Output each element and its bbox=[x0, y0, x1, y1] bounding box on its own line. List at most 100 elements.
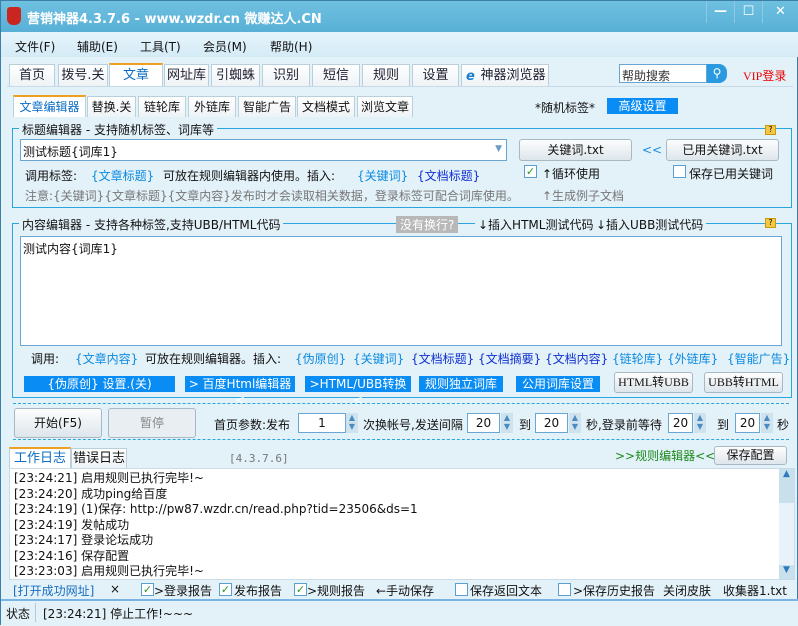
close-skin-link[interactable]: 关闭皮肤 bbox=[663, 582, 711, 599]
subtab-chain[interactable]: 链轮库 bbox=[138, 96, 186, 117]
generate-example-link[interactable]: ↑生成例子文档 bbox=[542, 187, 624, 204]
chevron-down-icon[interactable]: ▼ bbox=[495, 144, 502, 154]
login-wait-from-spinner[interactable]: ▲ ▼ bbox=[694, 413, 706, 433]
call-tag-article-title[interactable]: {文章标题} bbox=[91, 167, 154, 184]
insert-chain-lib[interactable]: {链轮库} bbox=[612, 350, 663, 367]
tab-error-log[interactable]: 错误日志 bbox=[71, 448, 127, 468]
rule-editor-link[interactable]: >>规则编辑器<< bbox=[615, 447, 715, 464]
login-wait-to-input[interactable]: 20 bbox=[735, 413, 760, 433]
content-call-desc: 可放在规则编辑器。插入: bbox=[145, 352, 282, 366]
search-icon[interactable]: ⚲ bbox=[707, 64, 727, 83]
random-tag-link[interactable]: *随机标签* bbox=[535, 99, 595, 116]
interval-from-spinner[interactable]: ▲ ▼ bbox=[501, 413, 513, 433]
tab-dial[interactable]: 拨号.关 bbox=[58, 64, 108, 86]
insert-keyword[interactable]: {关键词} bbox=[353, 350, 404, 367]
subtab-browse[interactable]: 浏览文章 bbox=[357, 96, 413, 117]
insert-external-lib[interactable]: {外链库} bbox=[667, 350, 718, 367]
loop-use-checkbox[interactable]: ✓ bbox=[524, 165, 537, 178]
publish-count-spinner[interactable]: ▲ ▼ bbox=[346, 413, 358, 433]
save-used-checkbox[interactable] bbox=[673, 165, 686, 178]
search-input[interactable]: 帮助搜索 bbox=[619, 64, 707, 83]
tab-url-lib[interactable]: 网址库 bbox=[164, 64, 209, 86]
insert-pseudo-original[interactable]: {伪原创} bbox=[295, 350, 346, 367]
to-label: 到 bbox=[519, 418, 532, 432]
open-success-url-link[interactable]: [打开成功网址] bbox=[13, 582, 94, 599]
close-button[interactable]: ✕ bbox=[762, 1, 798, 23]
baidu-html-editor-button[interactable]: > 百度Html编辑器< bbox=[185, 376, 295, 407]
maximize-button[interactable]: ☐ bbox=[734, 1, 762, 23]
content-textarea[interactable]: 测试内容{词库1} bbox=[20, 236, 782, 346]
tab-sms[interactable]: 短信 bbox=[312, 64, 360, 86]
title-input[interactable]: 测试标题{词库1} ▼ bbox=[20, 139, 507, 161]
login-report-checkbox[interactable]: ✓ bbox=[141, 583, 154, 596]
start-button[interactable]: 开始(F5) bbox=[14, 408, 102, 438]
insert-html-test-link[interactable]: ↓插入HTML测试代码 bbox=[475, 216, 597, 233]
subtab-external[interactable]: 外链库 bbox=[188, 96, 236, 117]
interval-to-spinner[interactable]: ▲ ▼ bbox=[569, 413, 581, 433]
insert-doc-title[interactable]: {文档标题} bbox=[417, 167, 480, 184]
tab-settings[interactable]: 设置 bbox=[412, 64, 459, 86]
scrollbar[interactable]: ▲ ▼ bbox=[779, 469, 794, 579]
version-label: [4.3.7.6] bbox=[229, 452, 289, 465]
used-keyword-txt-button[interactable]: 已用关键词.txt bbox=[666, 139, 779, 161]
menu-tools[interactable]: 工具(T) bbox=[140, 38, 181, 55]
tab-work-log[interactable]: 工作日志 bbox=[9, 447, 71, 468]
save-return-checkbox[interactable] bbox=[455, 583, 468, 596]
clear-icon[interactable]: × bbox=[110, 582, 120, 596]
ie-icon: e bbox=[466, 69, 475, 84]
publish-report-checkbox[interactable]: ✓ bbox=[219, 583, 232, 596]
pause-button[interactable]: 暂停 bbox=[108, 408, 196, 438]
menu-assist[interactable]: 辅助(E) bbox=[77, 38, 118, 55]
interval-from-input[interactable]: 20 bbox=[467, 413, 500, 433]
insert-keyword[interactable]: {关键词} bbox=[357, 167, 408, 184]
save-config-button[interactable]: 保存配置 bbox=[714, 446, 787, 465]
status-bar: 状态 [23:24:21] 停止工作!~~~ bbox=[1, 599, 798, 626]
login-wait-label: 秒,登录前等待 bbox=[586, 418, 662, 432]
menu-file[interactable]: 文件(F) bbox=[15, 38, 55, 55]
help-icon[interactable]: ? bbox=[765, 125, 776, 135]
html-to-ubb-button[interactable]: HTML转UBB bbox=[614, 372, 693, 393]
tab-rules[interactable]: 规则 bbox=[362, 64, 410, 86]
call-tag-article-content[interactable]: {文章内容} bbox=[75, 350, 138, 367]
public-word-lib-button[interactable]: 公用词库设置 bbox=[516, 376, 600, 392]
login-wait-to-spinner[interactable]: ▲ ▼ bbox=[761, 413, 773, 433]
insert-ubb-test-link[interactable]: ↓插入UBB测试代码 bbox=[593, 216, 707, 233]
tab-recognize[interactable]: 识别 bbox=[262, 64, 310, 86]
login-wait-from-input[interactable]: 20 bbox=[668, 413, 693, 433]
insert-doc-title[interactable]: {文档标题} bbox=[411, 350, 474, 367]
subtab-replace[interactable]: 替换.关 bbox=[87, 96, 136, 117]
scroll-up-icon[interactable]: ▲ bbox=[779, 469, 794, 503]
insert-smart-ad[interactable]: {智能广告} bbox=[727, 350, 790, 367]
subtab-smart-ad[interactable]: 智能广告 bbox=[238, 96, 296, 117]
save-history-label: >保存历史报告 bbox=[573, 584, 656, 598]
tab-browser-label: 神器浏览器 bbox=[480, 68, 546, 83]
tab-home[interactable]: 首页 bbox=[9, 64, 55, 86]
insert-doc-summary[interactable]: {文档摘要} bbox=[478, 350, 541, 367]
scroll-down-icon[interactable]: ▼ bbox=[779, 565, 794, 579]
log-line: [23:24:19] 发帖成功 bbox=[14, 517, 130, 532]
tab-browser[interactable]: e 神器浏览器 bbox=[461, 64, 549, 86]
no-newline-button[interactable]: 没有换行? bbox=[396, 216, 459, 233]
tab-spider[interactable]: 引蜘蛛 bbox=[211, 64, 260, 86]
vip-login-link[interactable]: VIP登录 bbox=[743, 67, 786, 84]
menu-member[interactable]: 会员(M) bbox=[203, 38, 247, 55]
keyword-txt-button[interactable]: 关键词.txt bbox=[519, 139, 632, 161]
insert-doc-content[interactable]: {文档内容} bbox=[545, 350, 608, 367]
manual-save-link[interactable]: ←手动保存 bbox=[376, 582, 434, 599]
subtab-article-editor[interactable]: 文章编辑器 bbox=[13, 95, 86, 117]
publish-count-input[interactable]: 1 bbox=[298, 413, 346, 433]
save-history-checkbox[interactable] bbox=[558, 583, 571, 596]
pseudo-original-settings-button[interactable]: {伪原创} 设置.(关) bbox=[24, 376, 175, 392]
advanced-settings-button[interactable]: 高级设置 bbox=[607, 98, 678, 114]
help-icon[interactable]: ? bbox=[765, 218, 776, 228]
minimize-button[interactable]: — bbox=[706, 1, 734, 23]
collector-link[interactable]: 收集器1.txt bbox=[723, 582, 787, 599]
interval-to-input[interactable]: 20 bbox=[535, 413, 568, 433]
menu-help[interactable]: 帮助(H) bbox=[270, 38, 312, 55]
subtab-doc-mode[interactable]: 文档模式 bbox=[297, 96, 355, 117]
rule-report-checkbox[interactable]: ✓ bbox=[294, 583, 307, 596]
tab-article[interactable]: 文章 bbox=[109, 63, 163, 87]
html-ubb-convert-button[interactable]: >HTML/UBB转换< bbox=[305, 376, 411, 407]
ubb-to-html-button[interactable]: UBB转HTML bbox=[704, 372, 783, 393]
rule-word-lib-button[interactable]: 规则独立词库 bbox=[419, 376, 503, 392]
